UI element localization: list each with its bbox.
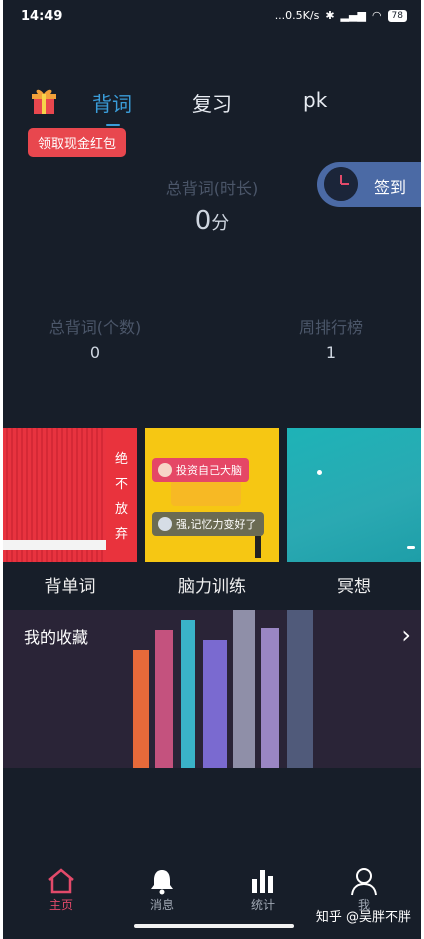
banner-char: 放 <box>114 502 128 517</box>
status-time: 14:49 <box>21 9 63 24</box>
favorites-title: 我的收藏 <box>24 628 89 647</box>
banner-char: 绝 <box>114 452 128 467</box>
checkin-label: 签到 <box>374 178 407 197</box>
tab-memorize[interactable]: 背词 <box>92 88 132 117</box>
nav-home-label: 主页 <box>48 898 73 912</box>
weekly-rank-value[interactable]: 1 <box>281 343 381 362</box>
tab-pk[interactable]: pk <box>303 88 327 112</box>
bubble-invest-brain: 投资自己大脑 <box>152 458 249 482</box>
nav-messages-label: 消息 <box>149 898 174 912</box>
tile-brain-training[interactable]: 投资自己大脑 强,记忆力变好了 <box>145 428 279 562</box>
avatar <box>158 517 172 531</box>
favorites-background-art <box>133 610 313 768</box>
nav-home[interactable]: 主页 <box>31 866 91 913</box>
home-indicator[interactable] <box>134 924 294 928</box>
tile-image-dot <box>407 546 415 549</box>
total-time-number: 0 <box>194 206 212 236</box>
bluetooth-icon: ✱ <box>325 9 335 22</box>
tab-review[interactable]: 复习 <box>192 88 232 117</box>
watermark: 知乎 @吴胖不胖 <box>315 910 411 925</box>
clock-icon <box>324 167 358 201</box>
never-give-up-banner: 绝 不 放 弃 <box>106 428 137 562</box>
tile-meditation[interactable] <box>287 428 421 562</box>
nav-stats[interactable]: 统计 <box>233 866 293 913</box>
banner-char: 弃 <box>114 527 128 542</box>
tile-image-stripe <box>3 540 113 550</box>
checkin-button[interactable]: 签到 <box>317 162 421 207</box>
network-speed: ...0.5K/s <box>274 9 320 22</box>
home-icon <box>48 868 74 894</box>
nav-messages[interactable]: 消息 <box>132 866 192 913</box>
favorites-card[interactable]: 我的收藏 › <box>3 610 421 768</box>
wifi-icon: ◠ <box>371 9 382 22</box>
tile-image-figure <box>255 536 261 558</box>
tile-image-dot <box>317 470 322 475</box>
tile-memorize-words[interactable]: 绝 不 放 弃 <box>3 428 137 562</box>
chevron-right-icon[interactable]: › <box>401 621 411 649</box>
total-time-unit: 分 <box>211 213 230 234</box>
tab-active-indicator <box>106 124 120 126</box>
app-screen: 14:49 ...0.5K/s ✱ ▂▄▆ ◠ 78 背词 复习 pk 领取现金… <box>3 0 421 939</box>
banner-char: 不 <box>114 477 128 492</box>
bubble-text: 强,记忆力变好了 <box>176 518 257 531</box>
bar-chart-icon <box>252 870 273 893</box>
gift-icon[interactable] <box>31 85 57 115</box>
status-icons: ...0.5K/s ✱ ▂▄▆ ◠ 78 <box>275 9 407 22</box>
tile-label-memorize-words[interactable]: 背单词 <box>3 572 137 597</box>
user-icon <box>351 868 377 896</box>
status-bar: 14:49 ...0.5K/s ✱ ▂▄▆ ◠ 78 <box>3 0 421 34</box>
nav-stats-label: 统计 <box>250 898 275 912</box>
tile-label-brain-training[interactable]: 脑力训练 <box>145 572 279 597</box>
signal-icon: ▂▄▆ <box>340 9 366 22</box>
tile-label-meditation[interactable]: 冥想 <box>287 572 421 597</box>
total-time-label: 总背词(时长) <box>165 179 259 198</box>
total-count-label: 总背词(个数) <box>48 318 142 337</box>
total-time-value: 0分 <box>162 206 262 236</box>
total-count-value: 0 <box>89 343 101 362</box>
weekly-rank-label[interactable]: 周排行榜 <box>261 314 401 338</box>
bubble-text: 投资自己大脑 <box>176 464 242 477</box>
red-packet-button[interactable]: 领取现金红包 <box>28 128 127 157</box>
battery-icon: 78 <box>387 9 407 22</box>
bubble-memory-better: 强,记忆力变好了 <box>152 512 264 536</box>
avatar <box>158 463 172 477</box>
bell-icon <box>151 870 173 895</box>
